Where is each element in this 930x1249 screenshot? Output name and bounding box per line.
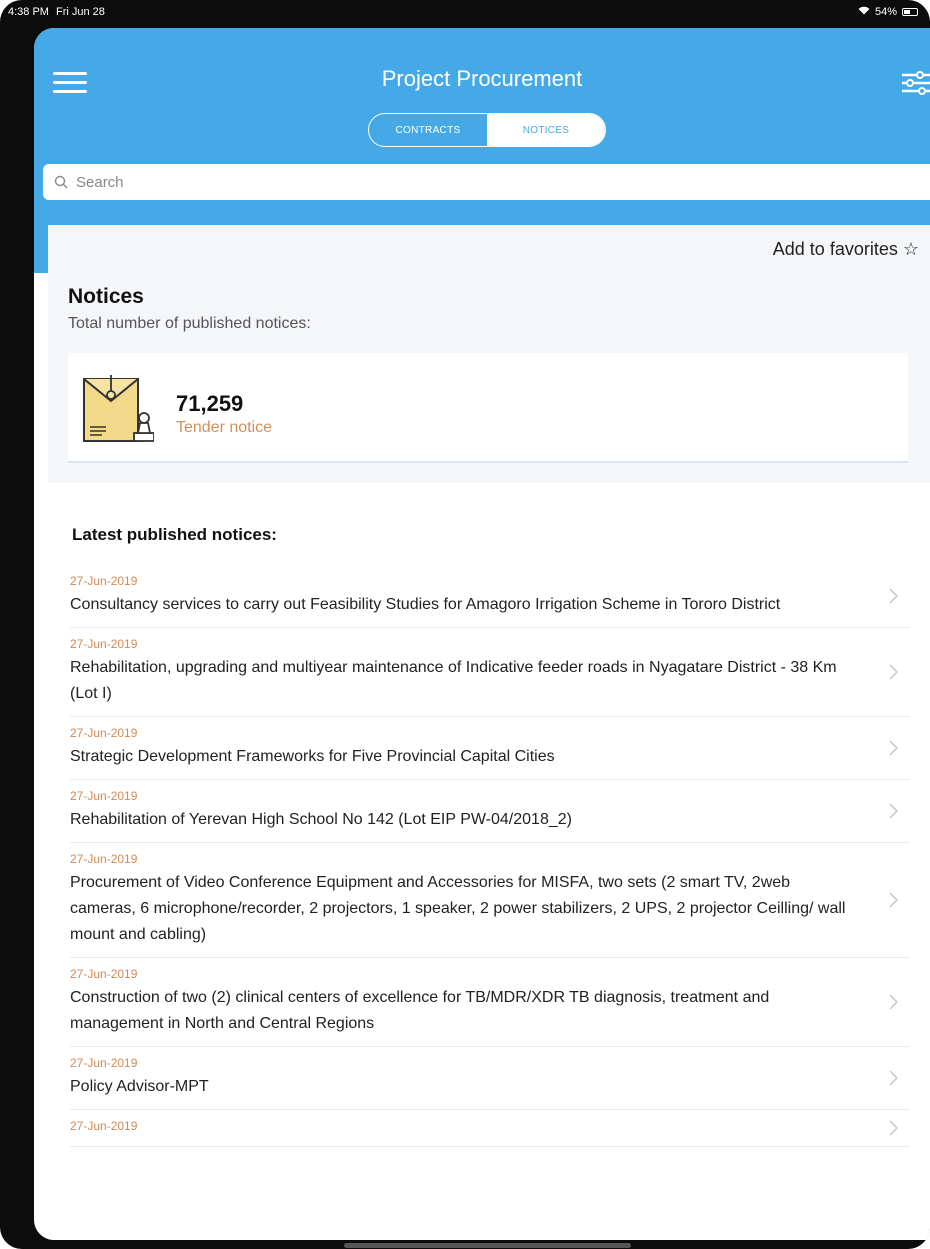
notices-summary: Add to favorites ☆ Notices Total number … <box>48 225 930 483</box>
wifi-icon <box>858 6 870 18</box>
notice-date: 27-Jun-2019 <box>70 967 138 981</box>
notices-list: 27-Jun-2019 Consultancy services to carr… <box>70 565 910 1147</box>
notice-date: 27-Jun-2019 <box>70 852 138 866</box>
tender-notice-label: Tender notice <box>176 419 273 436</box>
battery-icon <box>902 8 918 16</box>
notice-title: Policy Advisor-MPT <box>70 1078 209 1095</box>
chevron-right-icon <box>889 664 898 680</box>
tab-switcher: CONTRACTS NOTICES <box>368 113 606 147</box>
search-input[interactable] <box>76 173 876 191</box>
notice-title: Consultancy services to carry out Feasib… <box>70 596 781 613</box>
tender-notice-stat[interactable]: 71,259 Tender notice <box>68 353 908 463</box>
add-to-favorites-button[interactable]: Add to favorites ☆ <box>773 239 919 260</box>
device-frame: 4:38 PM Fri Jun 28 54% Project Procureme… <box>0 0 930 1249</box>
battery-percent: 54% <box>874 6 897 18</box>
page-title: Project Procurement <box>381 66 583 91</box>
status-time: 4:38 PM <box>8 6 49 18</box>
notices-heading: Notices <box>68 285 144 308</box>
chevron-right-icon <box>889 1120 898 1136</box>
notices-subtitle: Total number of published notices: <box>68 315 311 332</box>
chevron-right-icon <box>889 588 898 604</box>
chevron-right-icon <box>889 994 898 1010</box>
chevron-right-icon <box>889 803 898 819</box>
favorites-label: Add to favorites ☆ <box>772 239 919 259</box>
latest-notices-heading: Latest published notices: <box>72 525 277 544</box>
list-item[interactable]: 27-Jun-2019 Procurement of Video Confere… <box>70 843 910 958</box>
status-bar: 4:38 PM Fri Jun 28 54% <box>0 0 930 24</box>
notice-date: 27-Jun-2019 <box>70 1119 138 1133</box>
search-bar <box>43 164 930 200</box>
app-screen: Project Procurement CONTRACTS NOTICES Se… <box>34 28 930 1240</box>
notice-title: Rehabilitation, upgrading and multiyear … <box>70 659 837 702</box>
notice-title: Strategic Development Frameworks for Fiv… <box>70 748 555 765</box>
content-card: Add to favorites ☆ Notices Total number … <box>48 225 930 1240</box>
chevron-right-icon <box>889 1070 898 1086</box>
notice-title: Rehabilitation of Yerevan High School No… <box>70 811 572 828</box>
chevron-right-icon <box>889 892 898 908</box>
notice-date: 27-Jun-2019 <box>70 726 138 740</box>
notice-date: 27-Jun-2019 <box>70 637 138 651</box>
list-item[interactable]: 27-Jun-2019 Policy Advisor-MPT <box>70 1047 910 1110</box>
notice-date: 27-Jun-2019 <box>70 1056 138 1070</box>
notice-title: Procurement of Video Conference Equipmen… <box>70 874 846 943</box>
list-item[interactable]: 27-Jun-2019 Rehabilitation, upgrading an… <box>70 628 910 717</box>
list-item[interactable]: 27-Jun-2019 Strategic Development Framew… <box>70 717 910 780</box>
tab-notices[interactable]: NOTICES <box>487 114 605 146</box>
list-item[interactable]: 27-Jun-2019 Consultancy services to carr… <box>70 565 910 628</box>
notice-date: 27-Jun-2019 <box>70 574 138 588</box>
status-date: Fri Jun 28 <box>55 6 105 18</box>
list-item[interactable]: 27-Jun-2019 <box>70 1110 910 1147</box>
home-indicator[interactable] <box>344 1243 631 1248</box>
tab-contracts[interactable]: CONTRACTS <box>369 114 487 146</box>
list-item[interactable]: 27-Jun-2019 Construction of two (2) clin… <box>70 958 910 1047</box>
envelope-stamp-icon <box>83 375 154 442</box>
list-item[interactable]: 27-Jun-2019 Rehabilitation of Yerevan Hi… <box>70 780 910 843</box>
notice-title: Construction of two (2) clinical centers… <box>70 989 770 1032</box>
notice-date: 27-Jun-2019 <box>70 789 138 803</box>
filter-icon[interactable] <box>900 68 930 98</box>
tender-notice-count: 71,259 <box>176 391 244 416</box>
chevron-right-icon <box>889 740 898 756</box>
search-icon <box>54 175 68 189</box>
